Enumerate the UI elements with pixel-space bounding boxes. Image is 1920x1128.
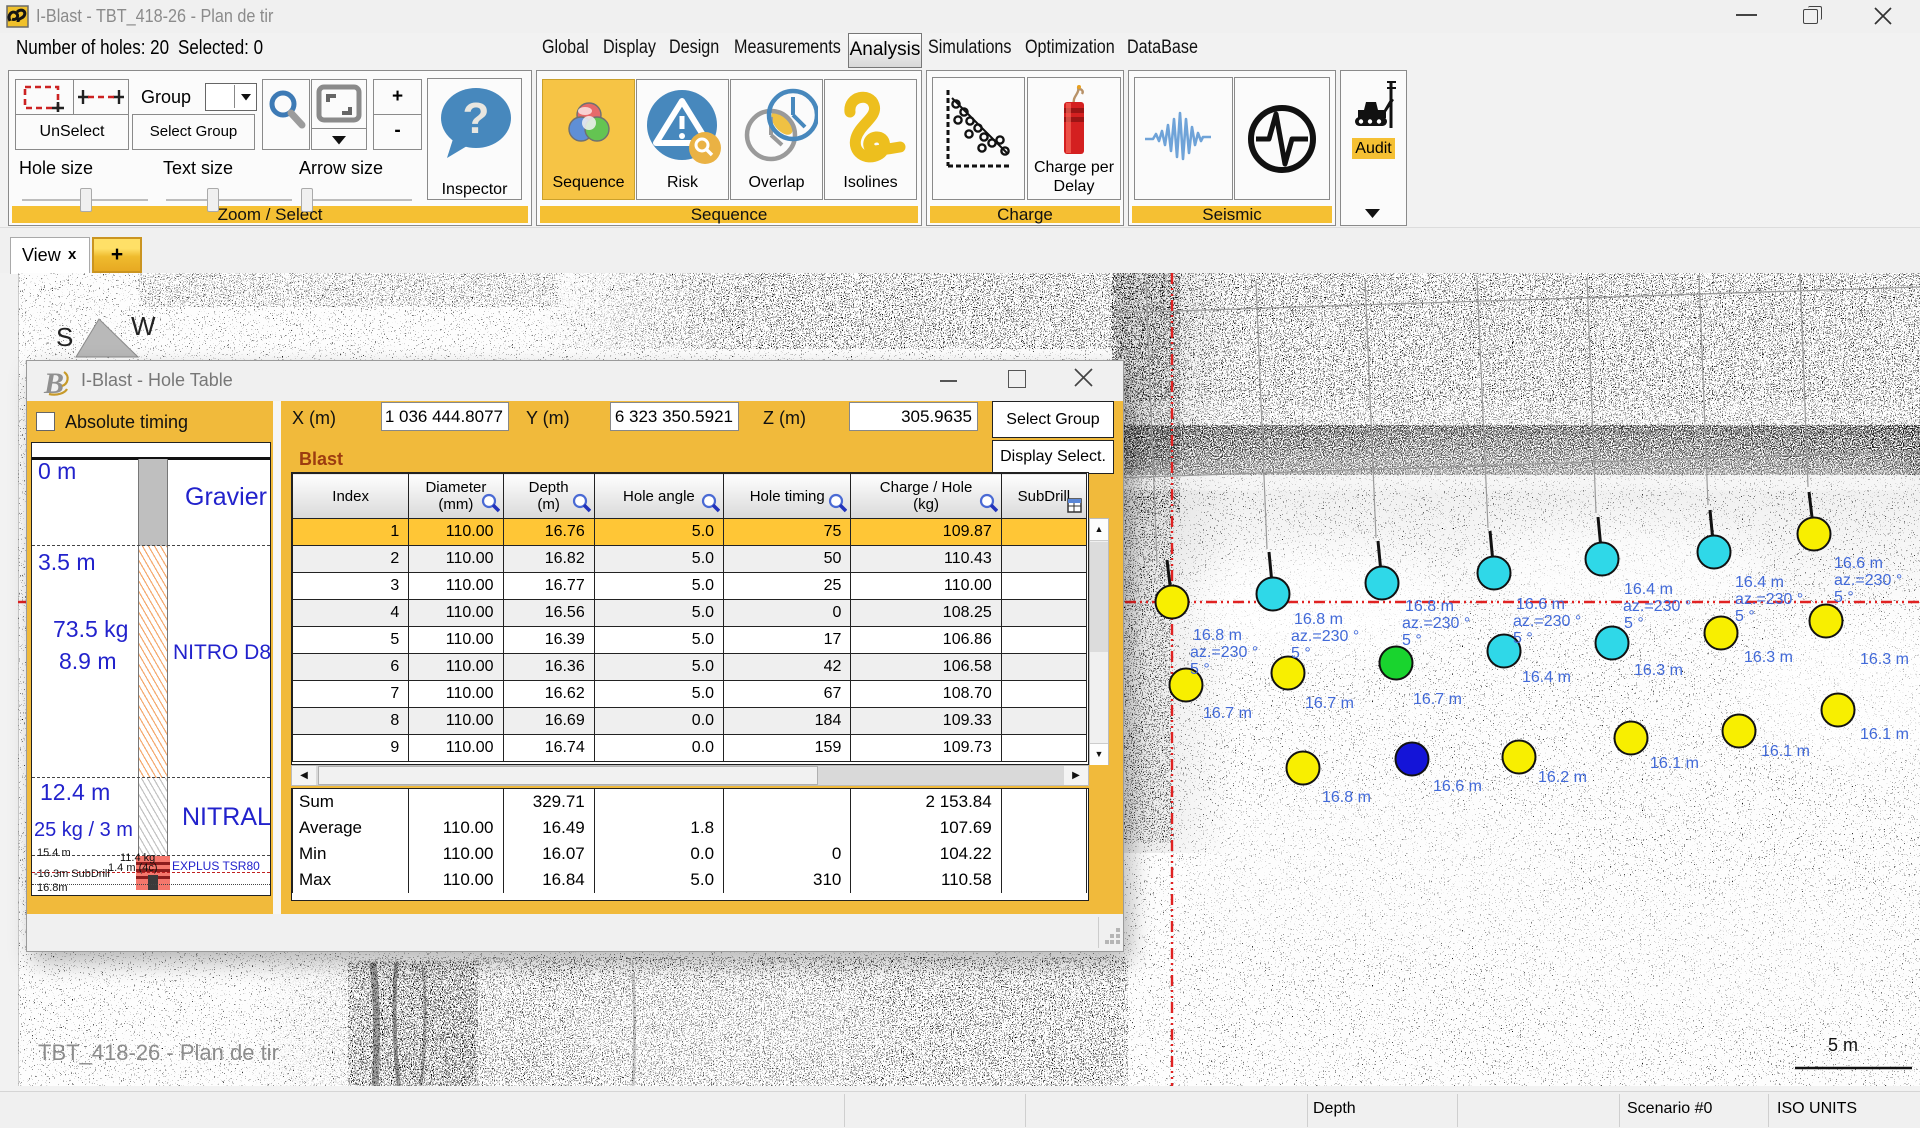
svg-text:5 °: 5 ° <box>1190 661 1210 678</box>
svg-text:16.8 m: 16.8 m <box>1193 627 1242 644</box>
svg-text:az.=230 °: az.=230 ° <box>1834 572 1902 589</box>
svg-text:az.=230 °: az.=230 ° <box>1735 591 1803 608</box>
svg-text:16.1 m: 16.1 m <box>1650 755 1699 772</box>
svg-text:16.8 m: 16.8 m <box>1405 598 1454 615</box>
svg-text:16.4 m: 16.4 m <box>1735 574 1784 591</box>
svg-text:az.=230 °: az.=230 ° <box>1513 613 1581 630</box>
svg-text:5 °: 5 ° <box>1291 645 1311 662</box>
svg-text:TBT_418-26 - Plan de tir: TBT_418-26 - Plan de tir <box>38 1040 279 1065</box>
svg-text:16.3 m: 16.3 m <box>1744 649 1793 666</box>
svg-text:5 °: 5 ° <box>1735 608 1755 625</box>
svg-text:16.4 m: 16.4 m <box>1624 581 1673 598</box>
svg-text:16.2 m: 16.2 m <box>1538 769 1587 786</box>
svg-text:16.4 m: 16.4 m <box>1522 669 1571 686</box>
svg-text:16.3 m: 16.3 m <box>1860 651 1909 668</box>
svg-text:16.7 m: 16.7 m <box>1413 691 1462 708</box>
svg-text:16.8 m: 16.8 m <box>1322 789 1371 806</box>
svg-text:S: S <box>56 322 73 352</box>
svg-text:16.6 m: 16.6 m <box>1834 555 1883 572</box>
svg-text:16.1 m: 16.1 m <box>1761 743 1810 760</box>
svg-text:16.8 m: 16.8 m <box>1294 611 1343 628</box>
svg-text:5 °: 5 ° <box>1624 615 1644 632</box>
svg-text:az.=230 °: az.=230 ° <box>1402 615 1470 632</box>
svg-text:az.=230 °: az.=230 ° <box>1190 644 1258 661</box>
svg-text:16.1 m: 16.1 m <box>1860 726 1909 743</box>
svg-text:16.3 m: 16.3 m <box>1634 662 1683 679</box>
svg-text:?: ? <box>463 94 490 143</box>
svg-text:16.7 m: 16.7 m <box>1305 695 1354 712</box>
svg-text:W: W <box>131 311 156 341</box>
svg-text:5 °: 5 ° <box>1834 589 1854 606</box>
svg-text:5 °: 5 ° <box>1513 630 1533 647</box>
svg-text:5 m: 5 m <box>1828 1035 1858 1055</box>
svg-text:16.6 m: 16.6 m <box>1516 596 1565 613</box>
svg-text:5 °: 5 ° <box>1402 632 1422 649</box>
svg-text:16.7 m: 16.7 m <box>1203 705 1252 722</box>
svg-text:az.=230 °: az.=230 ° <box>1623 598 1691 615</box>
svg-text:16.6 m: 16.6 m <box>1433 778 1482 795</box>
svg-text:az.=230 °: az.=230 ° <box>1291 628 1359 645</box>
